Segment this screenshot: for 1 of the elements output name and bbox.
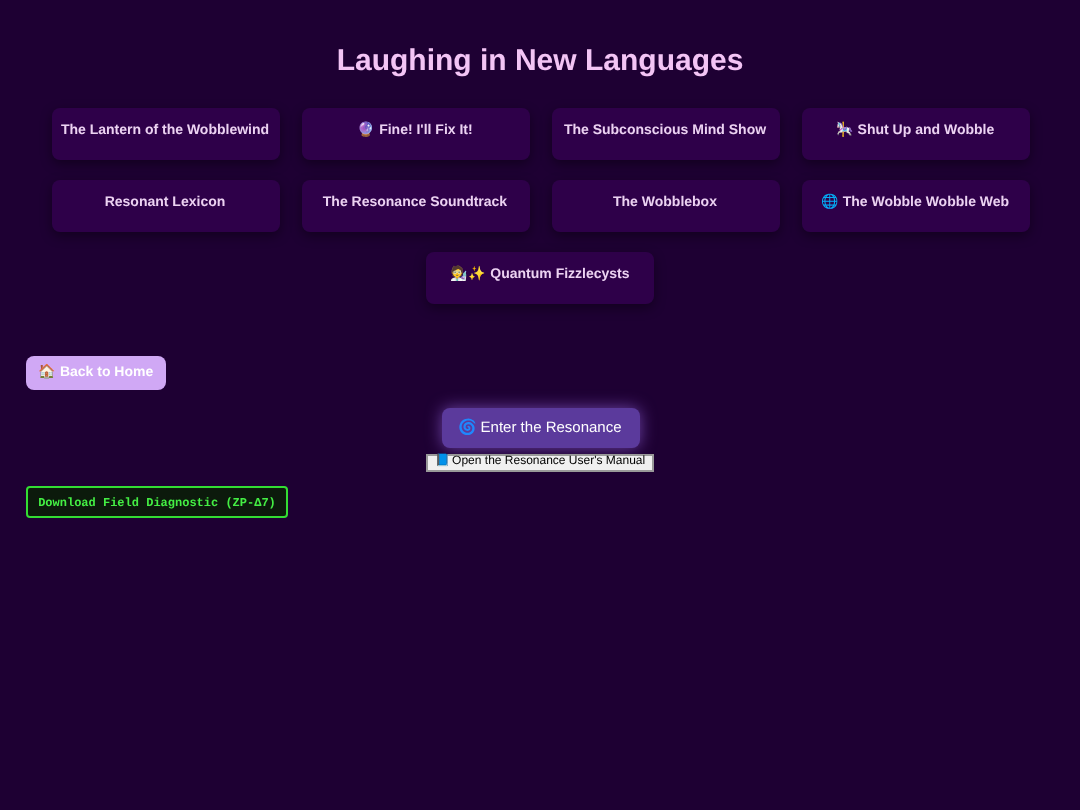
page-title: Laughing in New Languages xyxy=(336,42,744,82)
